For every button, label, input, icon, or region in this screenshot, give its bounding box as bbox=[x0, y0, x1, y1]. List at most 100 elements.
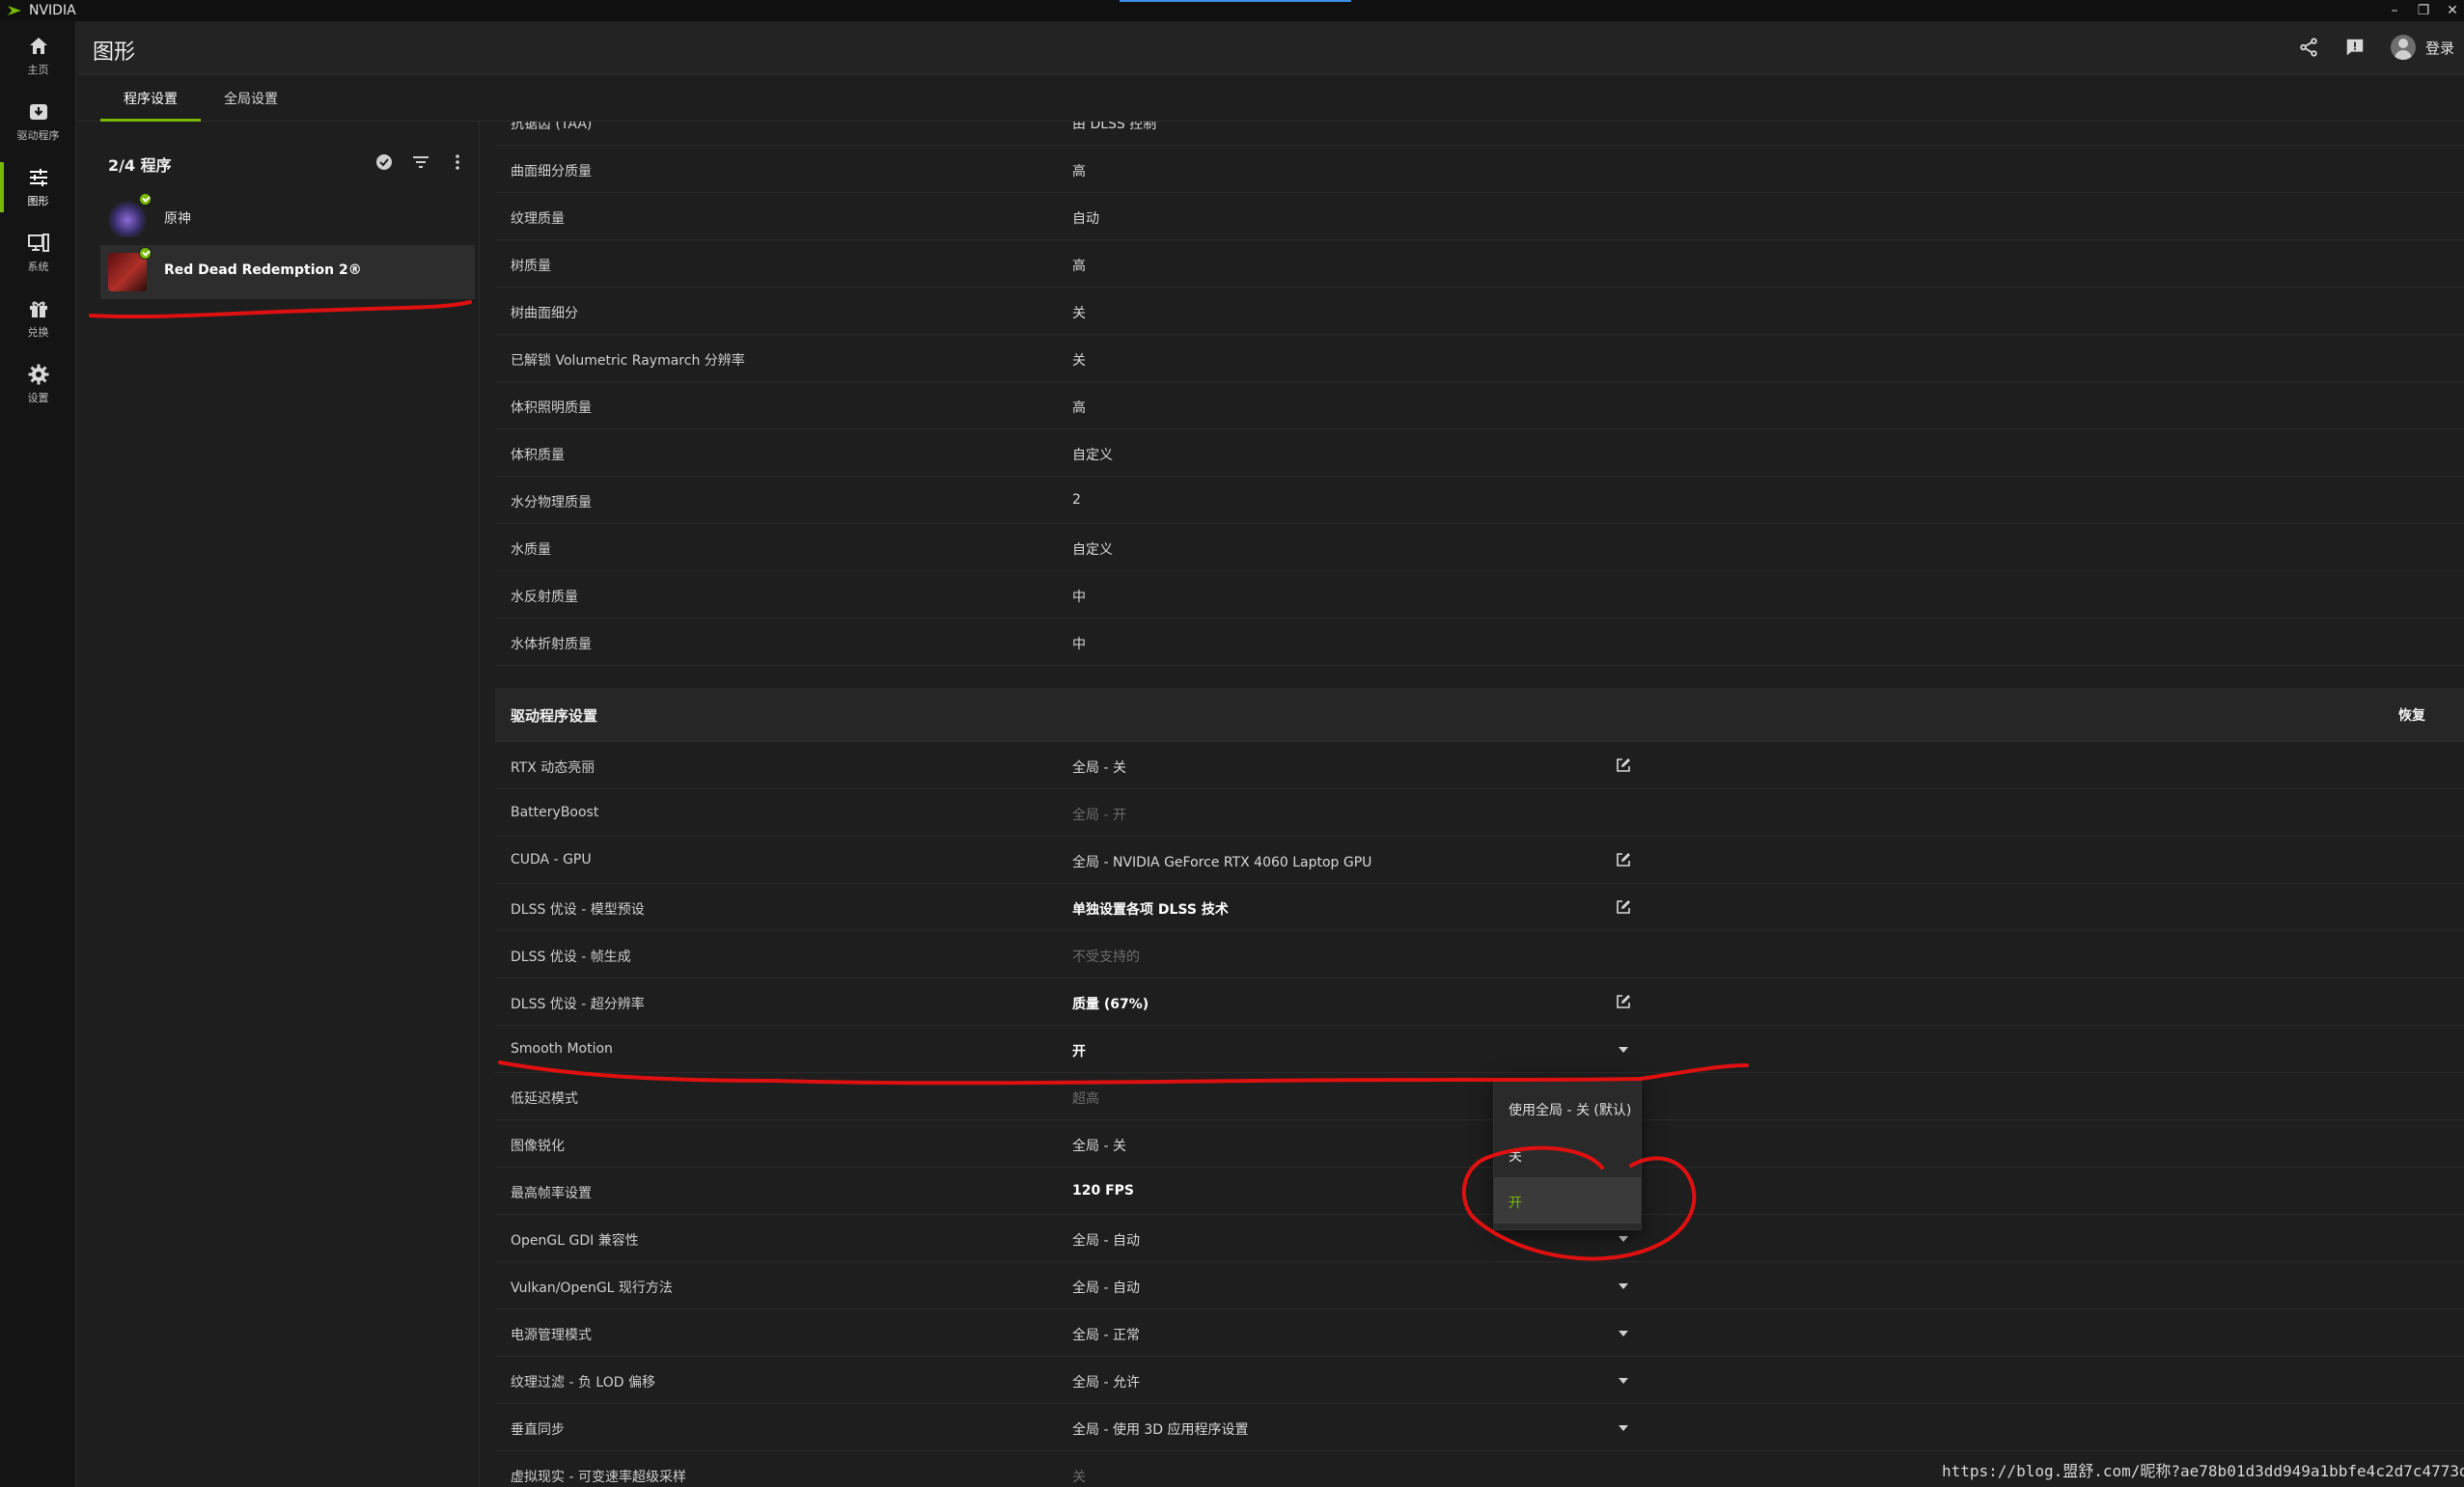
share-icon[interactable] bbox=[2298, 37, 2319, 58]
more-options-icon[interactable] bbox=[448, 152, 467, 172]
edit-icon[interactable] bbox=[1615, 898, 1632, 916]
filter-icon[interactable] bbox=[411, 152, 430, 172]
setting-row[interactable]: 水质量 自定义 bbox=[495, 524, 2464, 571]
setting-row[interactable]: DLSS 优设 - 超分辨率 质量 (67%) bbox=[495, 978, 2464, 1026]
edit-icon[interactable] bbox=[1615, 993, 1632, 1010]
dropdown-option-on[interactable]: 开 bbox=[1494, 1177, 1641, 1224]
setting-name: DLSS 优设 - 超分辨率 bbox=[511, 997, 645, 1012]
setting-row-smooth-motion[interactable]: Smooth Motion 开 bbox=[495, 1026, 2464, 1073]
setting-row[interactable]: 纹理质量 自动 bbox=[495, 193, 2464, 240]
setting-name: OpenGL GDI 兼容性 bbox=[511, 1233, 639, 1249]
edit-icon[interactable] bbox=[1615, 851, 1632, 868]
nav-item-redeem[interactable]: 兑换 bbox=[0, 288, 76, 349]
tab-global-settings[interactable]: 全局设置 bbox=[224, 89, 278, 108]
setting-row[interactable]: BatteryBoost 全局 - 开 bbox=[495, 789, 2464, 837]
check-circle-icon[interactable] bbox=[374, 152, 394, 172]
optimized-check-icon bbox=[139, 247, 152, 260]
setting-name: 图像锐化 bbox=[511, 1139, 565, 1154]
setting-row[interactable]: 树曲面细分 关 bbox=[495, 288, 2464, 335]
chevron-down-icon[interactable] bbox=[1619, 1331, 1628, 1336]
minimize-button[interactable]: – bbox=[2387, 3, 2402, 18]
setting-row[interactable]: 低延迟模式 超高 bbox=[495, 1073, 2464, 1120]
nav-item-driver[interactable]: 驱动程序 bbox=[0, 91, 76, 152]
login-button[interactable]: 登录 bbox=[2390, 35, 2454, 60]
setting-row[interactable]: 电源管理模式 全局 - 正常 bbox=[495, 1309, 2464, 1357]
chevron-down-icon[interactable] bbox=[1619, 1236, 1628, 1242]
setting-row[interactable]: 已解锁 Volumetric Raymarch 分辨率 关 bbox=[495, 335, 2464, 382]
setting-row[interactable]: 水体折射质量 中 bbox=[495, 619, 2464, 666]
window-title: NVIDIA bbox=[29, 3, 76, 18]
setting-row[interactable]: 体积质量 自定义 bbox=[495, 429, 2464, 477]
restore-button[interactable]: 恢复 bbox=[2398, 705, 2425, 725]
nav-label: 兑换 bbox=[27, 326, 49, 339]
setting-row[interactable]: 图像锐化 全局 - 关 bbox=[495, 1120, 2464, 1168]
setting-name: 树曲面细分 bbox=[511, 306, 578, 321]
dropdown-option-off[interactable]: 关 bbox=[1494, 1131, 1641, 1177]
setting-value: 全局 - 自动 bbox=[1072, 1280, 1140, 1296]
setting-name: Vulkan/OpenGL 现行方法 bbox=[511, 1280, 673, 1296]
program-list-panel: 2/4 程序 原神 Red Dead Redemption 2® bbox=[93, 143, 479, 1487]
tab-program-settings[interactable]: 程序设置 bbox=[124, 89, 178, 108]
active-tab-indicator bbox=[100, 119, 201, 122]
restore-button[interactable]: ❐ bbox=[2416, 3, 2431, 18]
setting-name: Smooth Motion bbox=[511, 1041, 613, 1057]
setting-value: 关 bbox=[1072, 306, 1086, 321]
setting-name: 电源管理模式 bbox=[511, 1328, 592, 1343]
setting-row[interactable]: 树质量 高 bbox=[495, 240, 2464, 288]
setting-value: 自定义 bbox=[1072, 448, 1113, 463]
setting-value: 全局 - 关 bbox=[1072, 1139, 1126, 1154]
setting-row[interactable]: CUDA - GPU 全局 - NVIDIA GeForce RTX 4060 … bbox=[495, 837, 2464, 884]
gift-icon bbox=[29, 301, 47, 317]
program-item-rdr2[interactable]: Red Dead Redemption 2® bbox=[100, 245, 475, 299]
dropdown-option-use-global[interactable]: 使用全局 - 关 (默认) bbox=[1494, 1085, 1641, 1131]
setting-value: 120 FPS bbox=[1072, 1183, 1135, 1198]
setting-name: 虚拟现实 - 可变速率超级采样 bbox=[511, 1470, 686, 1485]
setting-value: 开 bbox=[1072, 1044, 1086, 1060]
program-item-genshin[interactable]: 原神 bbox=[100, 191, 475, 245]
close-button[interactable]: ✕ bbox=[2445, 3, 2460, 18]
page-header: 图形 登录 bbox=[77, 21, 2464, 75]
nav-label: 主页 bbox=[27, 64, 49, 76]
setting-row[interactable]: 曲面细分质量 高 bbox=[495, 146, 2464, 193]
nav-item-home[interactable]: 主页 bbox=[0, 25, 76, 87]
setting-value: 全局 - 自动 bbox=[1072, 1233, 1140, 1249]
setting-row[interactable]: 抗锯齿 (TAA) 由 DLSS 控制 bbox=[495, 122, 2464, 146]
setting-row[interactable]: 水反射质量 中 bbox=[495, 571, 2464, 619]
setting-value: 高 bbox=[1072, 259, 1086, 274]
setting-row[interactable]: 水分物理质量 2 bbox=[495, 477, 2464, 524]
setting-row[interactable]: 最高帧率设置 120 FPS bbox=[495, 1168, 2464, 1215]
nav-label: 系统 bbox=[27, 261, 49, 273]
setting-row[interactable]: RTX 动态亮丽 全局 - 关 bbox=[495, 742, 2464, 789]
nav-item-settings[interactable]: 设置 bbox=[0, 353, 76, 415]
setting-value: 全局 - 使用 3D 应用程序设置 bbox=[1072, 1422, 1249, 1438]
setting-row[interactable]: 纹理过滤 - 负 LOD 偏移 全局 - 允许 bbox=[495, 1357, 2464, 1404]
chevron-down-icon[interactable] bbox=[1619, 1283, 1628, 1289]
setting-value: 全局 - 正常 bbox=[1072, 1328, 1140, 1343]
setting-row[interactable]: OpenGL GDI 兼容性 全局 - 自动 bbox=[495, 1215, 2464, 1262]
setting-row[interactable]: DLSS 优设 - 帧生成 不受支持的 bbox=[495, 931, 2464, 978]
setting-name: 抗锯齿 (TAA) bbox=[511, 122, 593, 132]
nav-item-system[interactable]: 系统 bbox=[0, 222, 76, 284]
chevron-down-icon[interactable] bbox=[1619, 1425, 1628, 1431]
chevron-down-icon[interactable] bbox=[1619, 1378, 1628, 1384]
watermark-text: https://blog.盟舒.com/昵称?ae78b01d3dd949a1b… bbox=[1942, 1462, 2464, 1480]
setting-value: 2 bbox=[1072, 492, 1081, 508]
setting-name: 水质量 bbox=[511, 542, 551, 558]
nav-item-graphics[interactable]: 图形 bbox=[0, 156, 76, 218]
setting-row[interactable]: Vulkan/OpenGL 现行方法 全局 - 自动 bbox=[495, 1262, 2464, 1309]
edit-icon[interactable] bbox=[1615, 757, 1632, 774]
avatar bbox=[2390, 35, 2416, 60]
setting-row[interactable]: 垂直同步 全局 - 使用 3D 应用程序设置 bbox=[495, 1404, 2464, 1451]
setting-row[interactable]: DLSS 优设 - 模型预设 单独设置各项 DLSS 技术 bbox=[495, 884, 2464, 931]
feedback-icon[interactable] bbox=[2344, 37, 2366, 58]
chevron-down-icon[interactable] bbox=[1619, 1047, 1628, 1053]
window-titlebar: NVIDIA – ❐ ✕ bbox=[0, 0, 2464, 21]
setting-row[interactable]: 体积照明质量 高 bbox=[495, 382, 2464, 429]
setting-value: 自动 bbox=[1072, 211, 1099, 227]
setting-value: 自定义 bbox=[1072, 542, 1113, 558]
setting-value: 质量 (67%) bbox=[1072, 997, 1149, 1012]
program-name: Red Dead Redemption 2® bbox=[164, 262, 362, 278]
smooth-motion-dropdown: 使用全局 - 关 (默认) 关 开 bbox=[1493, 1078, 1642, 1230]
rdr2-thumbnail bbox=[108, 253, 147, 291]
setting-value: 全局 - 关 bbox=[1072, 760, 1126, 776]
